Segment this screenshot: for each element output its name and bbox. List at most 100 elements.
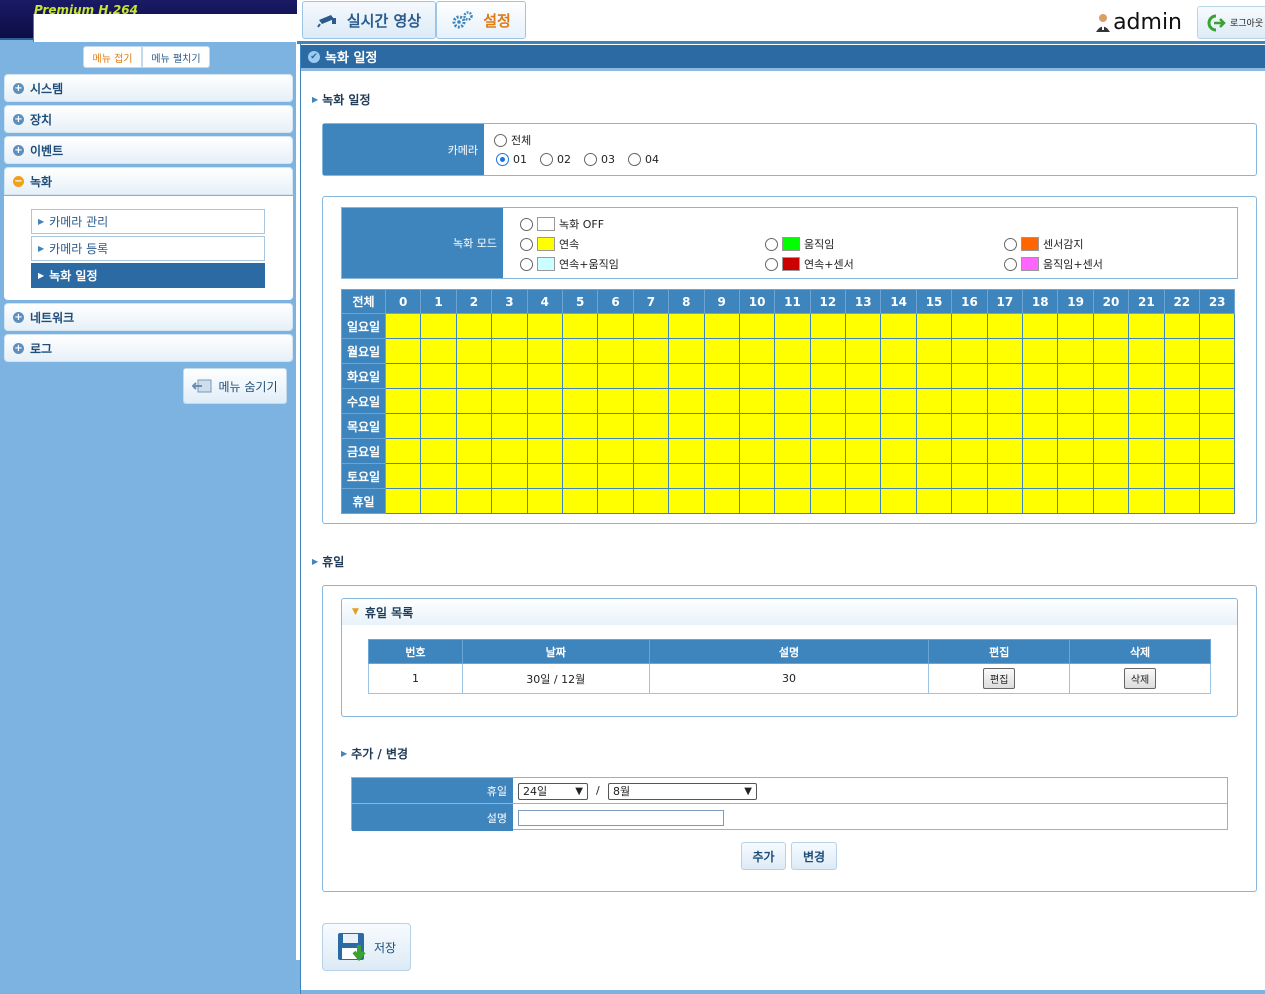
schedule-cell[interactable]: [420, 313, 457, 339]
day-label[interactable]: 목요일: [341, 413, 386, 439]
schedule-cell[interactable]: [986, 313, 1024, 339]
schedule-cell[interactable]: [668, 413, 705, 439]
description-input[interactable]: [518, 810, 724, 826]
schedule-cell[interactable]: [491, 463, 528, 489]
schedule-cell[interactable]: [738, 488, 776, 514]
schedule-cell[interactable]: [845, 388, 882, 414]
sidebar-item-event[interactable]: + 이벤트: [4, 136, 293, 164]
schedule-cell[interactable]: [845, 338, 882, 364]
schedule-cell[interactable]: [384, 463, 422, 489]
schedule-cell[interactable]: [738, 388, 776, 414]
hour-header[interactable]: 13: [845, 289, 882, 314]
camera-option-04[interactable]: 04: [628, 153, 659, 166]
menu-expand-button[interactable]: 메뉴 펼치기: [142, 46, 210, 68]
schedule-cell[interactable]: [668, 438, 705, 464]
schedule-cell[interactable]: [632, 388, 670, 414]
schedule-cell[interactable]: [420, 338, 457, 364]
schedule-cell[interactable]: [845, 313, 882, 339]
schedule-cell[interactable]: [1128, 488, 1165, 514]
schedule-cell[interactable]: [951, 313, 988, 339]
camera-option-all[interactable]: 전체: [494, 132, 531, 148]
schedule-cell[interactable]: [1163, 438, 1200, 464]
schedule-cell[interactable]: [986, 388, 1024, 414]
schedule-cell[interactable]: [1163, 388, 1200, 414]
schedule-cell[interactable]: [703, 363, 740, 389]
schedule-cell[interactable]: [845, 363, 882, 389]
mode-option-continuous-motion[interactable]: 연속+움직임: [520, 256, 619, 272]
submenu-camera-register[interactable]: ▶ 카메라 등록: [31, 236, 265, 261]
schedule-cell[interactable]: [951, 388, 988, 414]
schedule-cell[interactable]: [738, 438, 776, 464]
mode-option-sensor[interactable]: 센서감지: [1004, 236, 1083, 252]
schedule-cell[interactable]: [1163, 463, 1200, 489]
schedule-cell[interactable]: [668, 463, 705, 489]
hour-header[interactable]: 2: [455, 289, 493, 314]
schedule-cell[interactable]: [491, 338, 528, 364]
schedule-cell[interactable]: [774, 313, 811, 339]
schedule-cell[interactable]: [597, 313, 634, 339]
day-label[interactable]: 금요일: [341, 438, 386, 464]
schedule-cell[interactable]: [1092, 338, 1130, 364]
schedule-cell[interactable]: [491, 413, 528, 439]
schedule-cell[interactable]: [986, 338, 1024, 364]
schedule-cell[interactable]: [915, 413, 953, 439]
schedule-cell[interactable]: [668, 338, 705, 364]
schedule-cell[interactable]: [1128, 388, 1165, 414]
schedule-cell[interactable]: [561, 488, 599, 514]
schedule-cell[interactable]: [880, 488, 917, 514]
schedule-cell[interactable]: [455, 463, 493, 489]
schedule-cell[interactable]: [597, 438, 634, 464]
schedule-cell[interactable]: [703, 488, 740, 514]
radio-button[interactable]: [1004, 257, 1017, 271]
radio-button[interactable]: [494, 133, 507, 147]
schedule-cell[interactable]: [703, 388, 740, 414]
schedule-cell[interactable]: [668, 388, 705, 414]
hour-header[interactable]: 7: [632, 289, 670, 314]
hour-header[interactable]: 1: [420, 289, 457, 314]
schedule-cell[interactable]: [1022, 313, 1059, 339]
schedule-cell[interactable]: [526, 388, 563, 414]
schedule-cell[interactable]: [1128, 463, 1165, 489]
schedule-cell[interactable]: [915, 388, 953, 414]
sidebar-item-log[interactable]: + 로그: [4, 334, 293, 362]
schedule-cell[interactable]: [951, 438, 988, 464]
schedule-cell[interactable]: [1092, 363, 1130, 389]
day-label[interactable]: 토요일: [341, 463, 386, 489]
mode-option-off[interactable]: 녹화 OFF: [520, 216, 604, 232]
schedule-cell[interactable]: [809, 388, 847, 414]
schedule-cell[interactable]: [880, 388, 917, 414]
schedule-cell[interactable]: [1163, 413, 1200, 439]
schedule-cell[interactable]: [1092, 413, 1130, 439]
schedule-cell[interactable]: [420, 463, 457, 489]
schedule-cell[interactable]: [455, 413, 493, 439]
schedule-cell[interactable]: [1057, 488, 1094, 514]
schedule-cell[interactable]: [1198, 338, 1236, 364]
radio-button[interactable]: [584, 153, 597, 166]
schedule-cell[interactable]: [632, 463, 670, 489]
day-label[interactable]: 휴일: [341, 488, 386, 514]
grid-select-all[interactable]: 전체: [341, 289, 386, 314]
schedule-cell[interactable]: [915, 463, 953, 489]
schedule-cell[interactable]: [1057, 313, 1094, 339]
schedule-cell[interactable]: [774, 413, 811, 439]
schedule-cell[interactable]: [526, 488, 563, 514]
hour-header[interactable]: 5: [561, 289, 599, 314]
sidebar-item-device[interactable]: + 장치: [4, 105, 293, 133]
schedule-cell[interactable]: [1022, 363, 1059, 389]
schedule-cell[interactable]: [845, 413, 882, 439]
schedule-cell[interactable]: [1128, 313, 1165, 339]
edit-button[interactable]: 편집: [983, 668, 1016, 689]
mode-option-motion-sensor[interactable]: 움직임+센서: [1004, 256, 1103, 272]
schedule-cell[interactable]: [455, 313, 493, 339]
schedule-cell[interactable]: [951, 338, 988, 364]
schedule-cell[interactable]: [526, 463, 563, 489]
schedule-cell[interactable]: [384, 313, 422, 339]
schedule-cell[interactable]: [668, 313, 705, 339]
hide-menu-button[interactable]: 메뉴 숨기기: [183, 368, 287, 404]
tab-live-video[interactable]: 실시간 영상: [302, 1, 436, 39]
radio-button[interactable]: [628, 153, 641, 166]
hour-header[interactable]: 6: [597, 289, 634, 314]
schedule-cell[interactable]: [880, 463, 917, 489]
schedule-cell[interactable]: [774, 438, 811, 464]
schedule-cell[interactable]: [845, 463, 882, 489]
